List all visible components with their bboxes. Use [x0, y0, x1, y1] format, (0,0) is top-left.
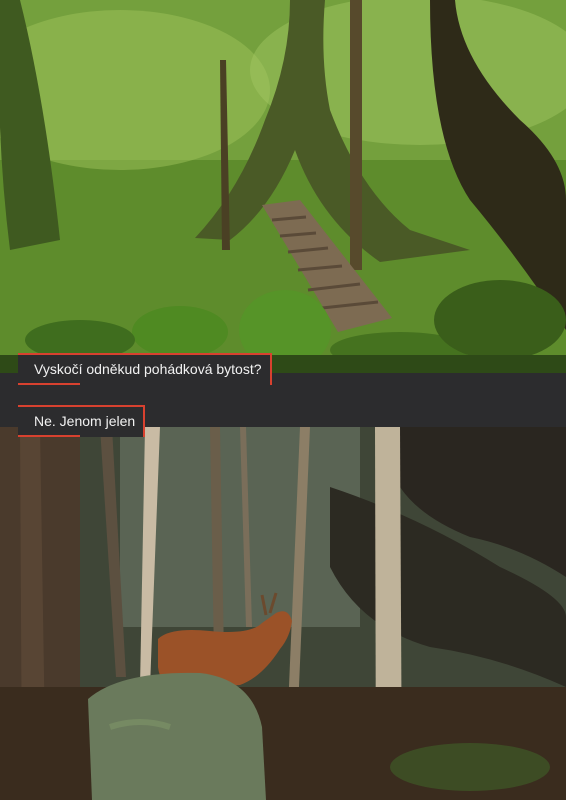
deer-forest-illustration — [0, 427, 566, 800]
page: Vyskočí odněkud pohádková bytost? Ne. Je… — [0, 0, 566, 800]
caption-answer: Ne. Jenom jelen — [18, 405, 146, 437]
forest-path-photo — [0, 0, 566, 373]
caption-question: Vyskočí odněkud pohádková bytost? — [18, 353, 272, 385]
forest-path-illustration — [0, 0, 566, 373]
deer-forest-photo — [0, 427, 566, 800]
